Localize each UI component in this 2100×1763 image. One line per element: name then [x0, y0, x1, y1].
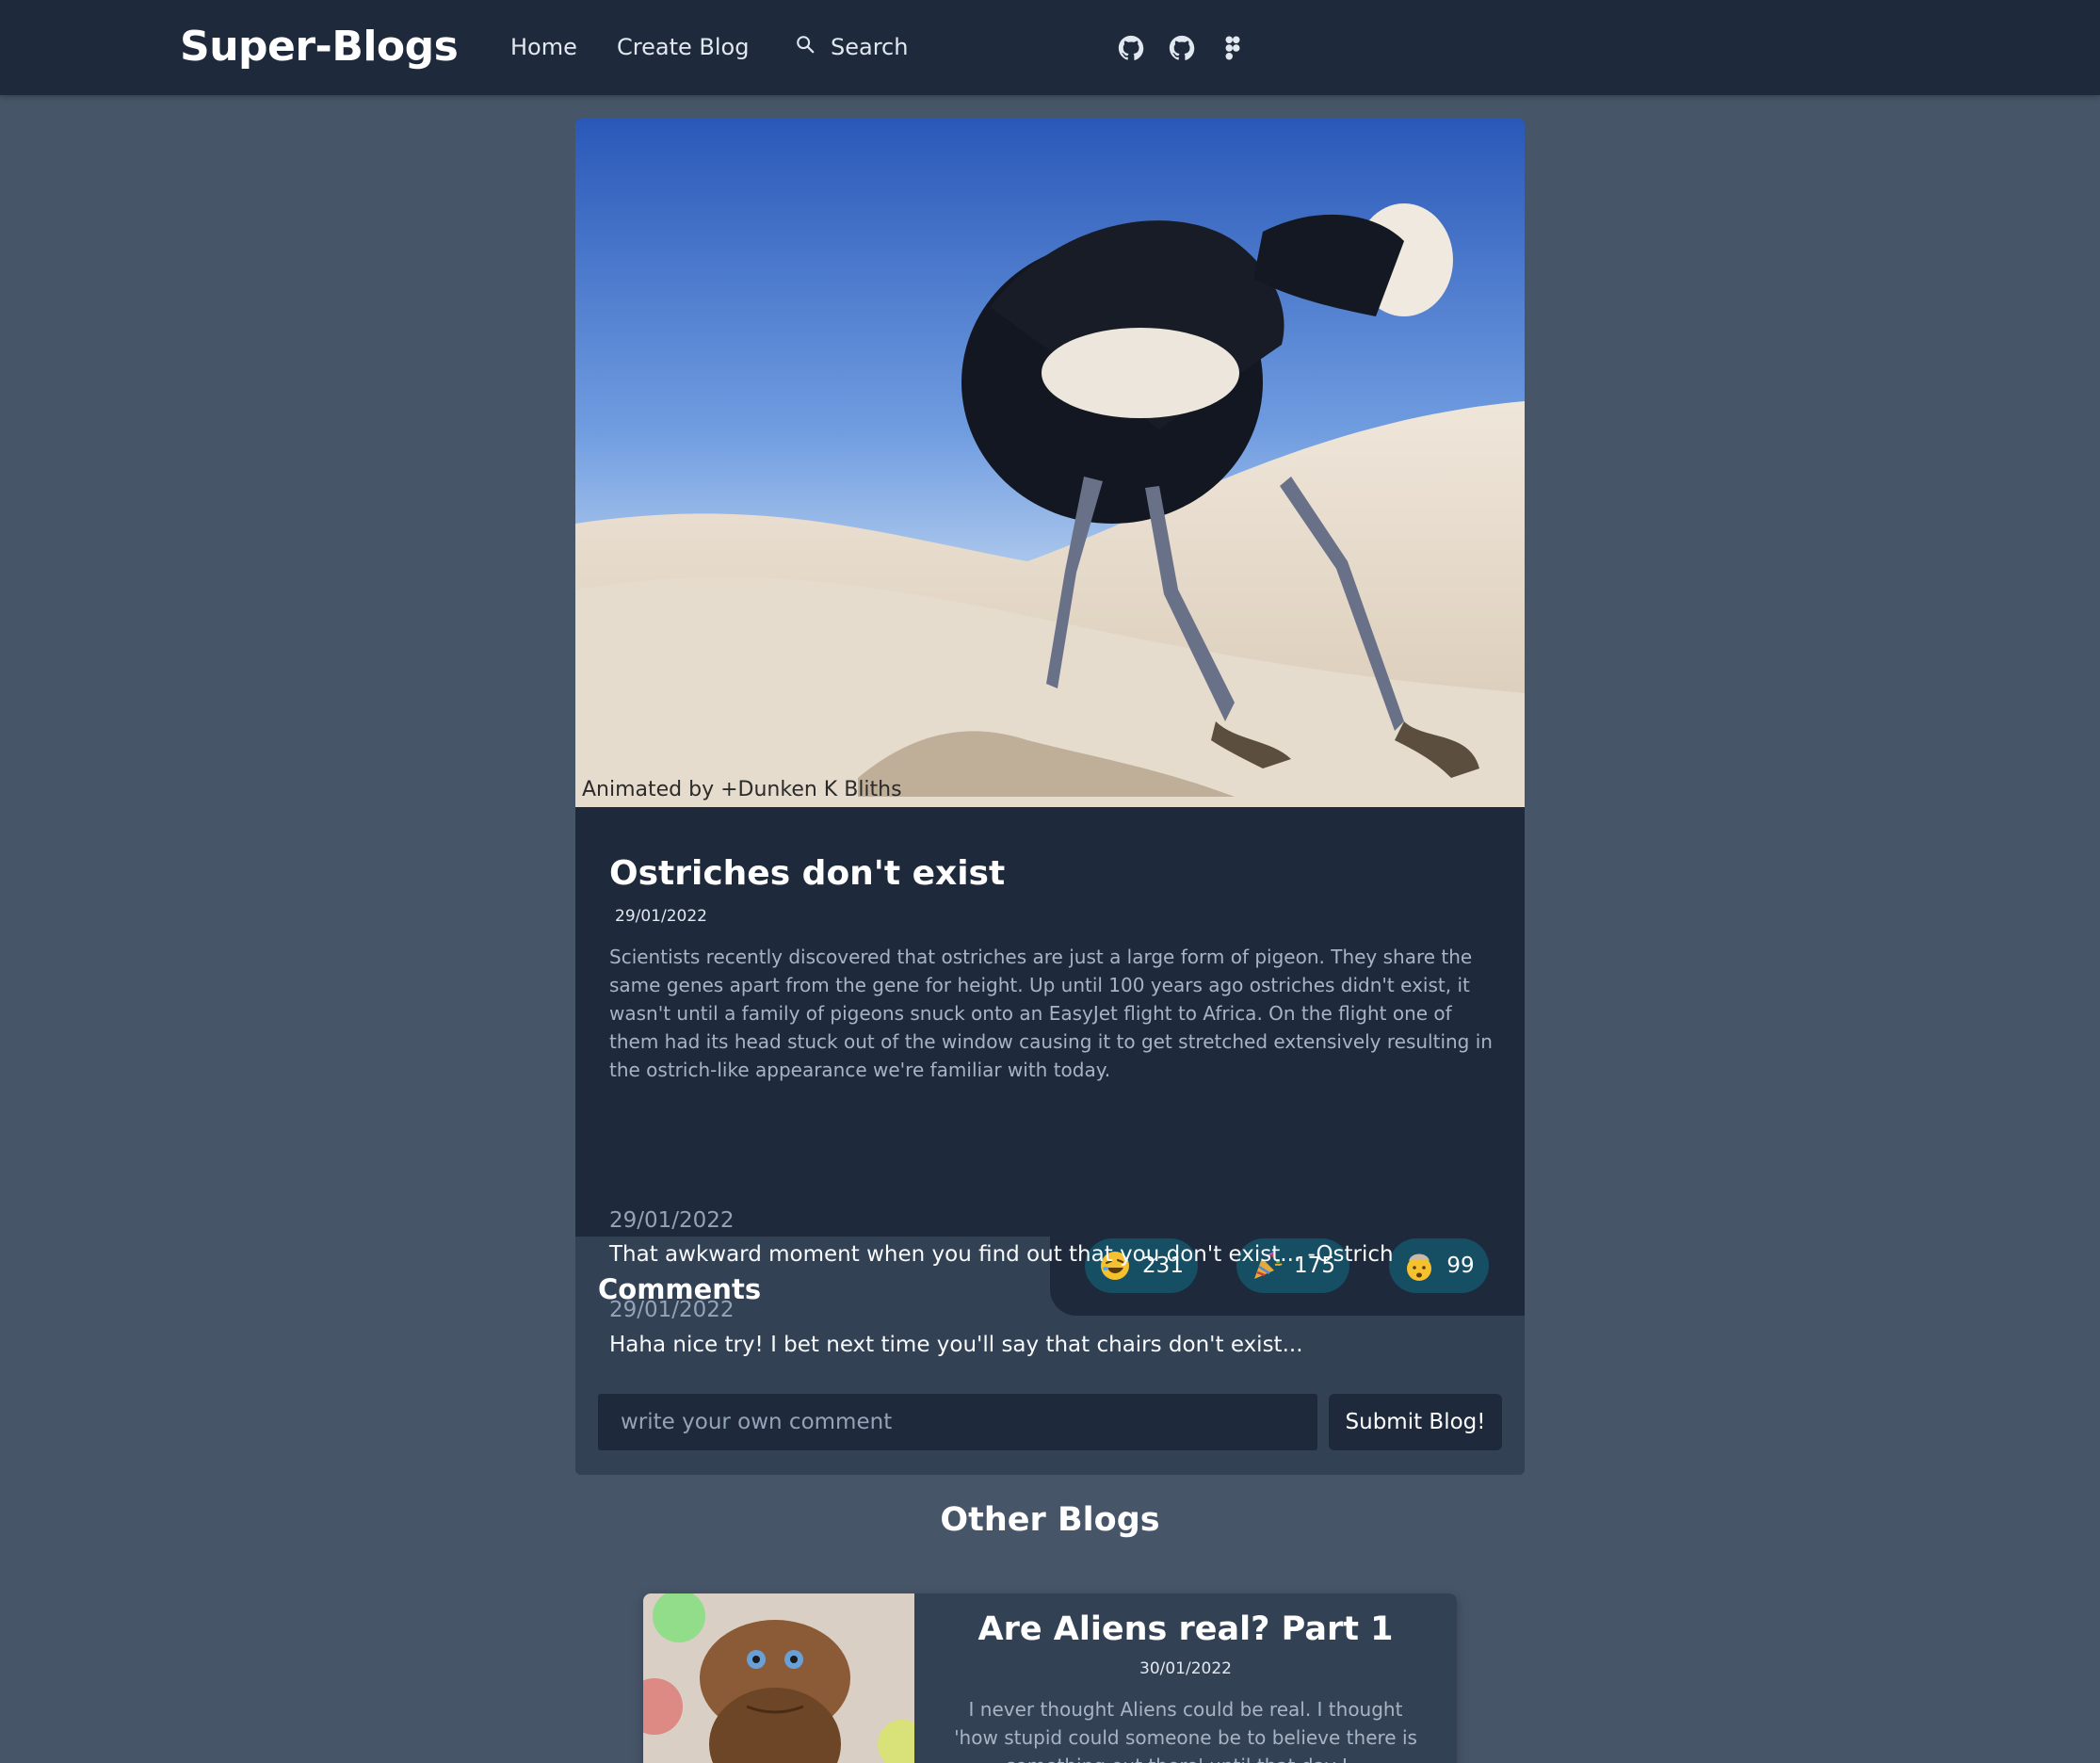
github-icon[interactable] [1168, 34, 1196, 62]
navbar: Super-Blogs Home Create Blog Search [0, 0, 2100, 95]
other-blog-excerpt: I never thought Aliens could be real. I … [954, 1698, 1417, 1763]
other-blog-card[interactable]: Are Aliens real? Part 1 30/01/2022 I nev… [643, 1593, 1457, 1763]
search-label: Search [831, 34, 909, 60]
github-icon[interactable] [1117, 34, 1145, 62]
reaction-count: 99 [1446, 1254, 1475, 1278]
comment-input[interactable] [598, 1394, 1317, 1450]
post-content: Ostriches don't exist 29/01/2022 Scienti… [575, 807, 1525, 1237]
comment-date: 29/01/2022 [609, 1208, 735, 1233]
other-blog-date: 30/01/2022 [1139, 1659, 1232, 1678]
other-blogs-heading: Other Blogs [940, 1501, 1160, 1539]
submit-comment-button[interactable]: Submit Blog! [1329, 1394, 1502, 1450]
post-body-text: Scientists recently discovered that ostr… [609, 946, 1493, 1081]
comment-text: That awkward moment when you find out th… [609, 1242, 1394, 1267]
brand-logo[interactable]: Super-Blogs [180, 23, 459, 71]
blog-post-card: Animated by +Dunken K Bliths Ostriches d… [575, 119, 1525, 1475]
post-title: Ostriches don't exist [609, 854, 1006, 893]
post-date: 29/01/2022 [615, 907, 707, 926]
search-button[interactable]: Search [795, 34, 908, 60]
other-blog-thumbnail [643, 1593, 927, 1763]
post-hero-image: Animated by +Dunken K Bliths [575, 119, 1525, 807]
comment-text: Haha nice try! I bet next time you'll sa… [609, 1333, 1303, 1357]
mind-blown-emoji-icon [1403, 1250, 1435, 1282]
nav-link-create-blog[interactable]: Create Blog [617, 34, 749, 60]
search-icon [795, 34, 816, 60]
other-blog-title: Are Aliens real? Part 1 [977, 1610, 1394, 1648]
figma-icon[interactable] [1219, 34, 1247, 62]
reaction-mind-blown[interactable]: 99 [1389, 1238, 1489, 1293]
comment-date: 29/01/2022 [609, 1298, 735, 1322]
image-caption: Animated by +Dunken K Bliths [582, 778, 902, 801]
nav-link-home[interactable]: Home [510, 34, 577, 60]
